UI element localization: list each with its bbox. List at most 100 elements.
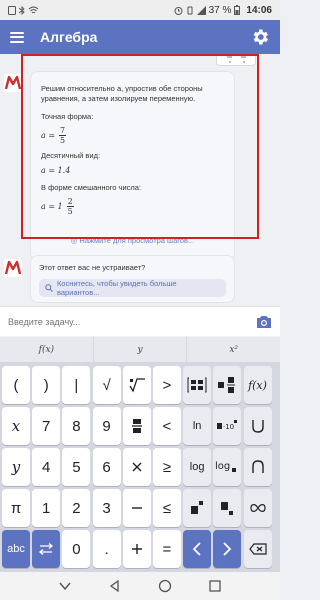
key-infinity[interactable] [243, 489, 272, 527]
battery-percent: 37 % [208, 4, 232, 16]
mathway-logo-icon [4, 74, 22, 92]
nav-recents-icon[interactable] [208, 579, 222, 593]
nav-back-icon[interactable] [108, 579, 122, 593]
key-equals[interactable]: = [152, 530, 181, 568]
backspace-icon [248, 543, 267, 555]
scientific-notation-icon: ·10 [217, 420, 238, 431]
key-3[interactable]: 3 [92, 489, 121, 527]
status-bar: 37 % 14:06 [0, 0, 280, 20]
key-4[interactable]: 4 [32, 448, 61, 486]
key-matrix[interactable] [183, 366, 212, 404]
key-less-equal[interactable]: ≤ [152, 489, 181, 527]
key-8[interactable]: 8 [62, 407, 91, 445]
mixed-fraction-icon [218, 377, 236, 393]
key-swap[interactable] [32, 530, 61, 568]
app-bar: Алгебра [0, 20, 280, 54]
tab-functions[interactable]: f(x) [0, 337, 94, 362]
tab-variables[interactable]: y [94, 337, 188, 362]
key-9[interactable]: 9 [92, 407, 121, 445]
key-dot[interactable]: . [92, 530, 121, 568]
key-subscript[interactable] [213, 489, 242, 527]
battery-icon [234, 5, 241, 15]
key-5[interactable]: 5 [62, 448, 91, 486]
subscript-icon [221, 502, 234, 515]
back-chevron-icon[interactable] [58, 579, 72, 593]
matrix-icon [187, 377, 207, 393]
key-6[interactable]: 6 [92, 448, 121, 486]
key-backspace[interactable] [243, 530, 272, 568]
key-multiply[interactable] [122, 448, 151, 486]
feedback-bubble: Этот ответ вас не устраивает? Коснитесь,… [30, 255, 235, 303]
system-nav-bar [0, 572, 280, 600]
nav-home-icon[interactable] [158, 579, 172, 593]
view-steps-link[interactable]: ◎ Нажмите для просмотра шагов... [30, 236, 235, 248]
key-greater-equal[interactable]: ≥ [152, 448, 181, 486]
previous-message-fragment [216, 54, 256, 66]
mixed-number-label: В форме смешанного числа: [41, 183, 142, 192]
svg-text:log: log [215, 461, 230, 472]
page-title: Алгебра [40, 29, 98, 45]
intersection-icon [251, 460, 264, 473]
key-x[interactable]: x [2, 407, 30, 445]
power-icon [191, 501, 204, 514]
more-options-button[interactable]: Коснитесь, чтобы увидеть больше варианто… [39, 279, 226, 297]
key-scientific[interactable]: ·10 [213, 407, 242, 445]
key-union[interactable] [243, 407, 272, 445]
camera-icon[interactable] [256, 315, 272, 329]
check-circle-icon: ◎ [70, 236, 78, 245]
key-plus[interactable] [122, 530, 151, 568]
keyboard-tabs: f(x) y x² [0, 337, 280, 362]
key-2[interactable]: 2 [62, 489, 91, 527]
key-cursor-right[interactable] [213, 530, 242, 568]
hamburger-menu-icon[interactable] [10, 31, 24, 43]
key-open-paren[interactable]: ( [2, 366, 30, 404]
key-ln[interactable]: ln [183, 407, 212, 445]
key-grid: ( ) | √ > f(x) x 7 8 9 < ln ·10 y 4 5 6 … [0, 362, 280, 572]
gear-icon[interactable] [250, 27, 270, 47]
minus-icon [131, 507, 142, 509]
key-abc[interactable]: abc [2, 530, 30, 568]
key-1[interactable]: 1 [32, 489, 61, 527]
math-keyboard: f(x) y x² ( ) | √ > f(x) x 7 8 9 < ln ·1… [0, 337, 280, 572]
status-left [8, 5, 39, 15]
key-log[interactable]: log [183, 448, 212, 486]
exact-lhs: a = [41, 131, 56, 140]
union-icon [251, 420, 264, 433]
key-divide[interactable] [122, 407, 151, 445]
mixed-denominator: 5 [67, 207, 73, 216]
key-mixed-fraction[interactable] [213, 366, 242, 404]
alarm-icon [174, 6, 183, 15]
tab-powers[interactable]: x² [187, 337, 280, 362]
key-7[interactable]: 7 [32, 407, 61, 445]
bluetooth-icon [19, 5, 25, 15]
key-y[interactable]: y [2, 448, 30, 486]
chat-area[interactable]: Решим относительно a, упростив обе сторо… [0, 54, 280, 304]
fraction-icon [131, 419, 142, 433]
wifi-icon [28, 6, 39, 13]
mathway-logo-icon [4, 259, 22, 277]
key-cursor-left[interactable] [183, 530, 212, 568]
sim-icon [8, 5, 16, 15]
key-function[interactable]: f(x) [243, 366, 272, 404]
multiply-icon [132, 462, 142, 472]
exact-numerator: 7 [59, 126, 67, 136]
chevron-right-icon [223, 542, 232, 556]
clock: 14:06 [246, 4, 272, 16]
task-input[interactable] [8, 316, 256, 327]
key-greater-than[interactable]: > [152, 366, 181, 404]
mixed-numerator: 2 [66, 197, 74, 207]
key-minus[interactable] [122, 489, 151, 527]
key-nth-root[interactable] [122, 366, 151, 404]
key-less-than[interactable]: < [152, 407, 181, 445]
log-base-icon: log [215, 461, 237, 472]
key-absolute[interactable]: | [62, 366, 91, 404]
key-log-base[interactable]: log [213, 448, 242, 486]
nth-root-icon [129, 378, 145, 393]
mixed-fraction: 2 5 [66, 197, 74, 216]
key-intersection[interactable] [243, 448, 272, 486]
key-sqrt[interactable]: √ [92, 366, 121, 404]
key-pi[interactable]: π [2, 489, 30, 527]
key-0[interactable]: 0 [62, 530, 91, 568]
key-close-paren[interactable]: ) [32, 366, 61, 404]
key-power[interactable] [183, 489, 212, 527]
